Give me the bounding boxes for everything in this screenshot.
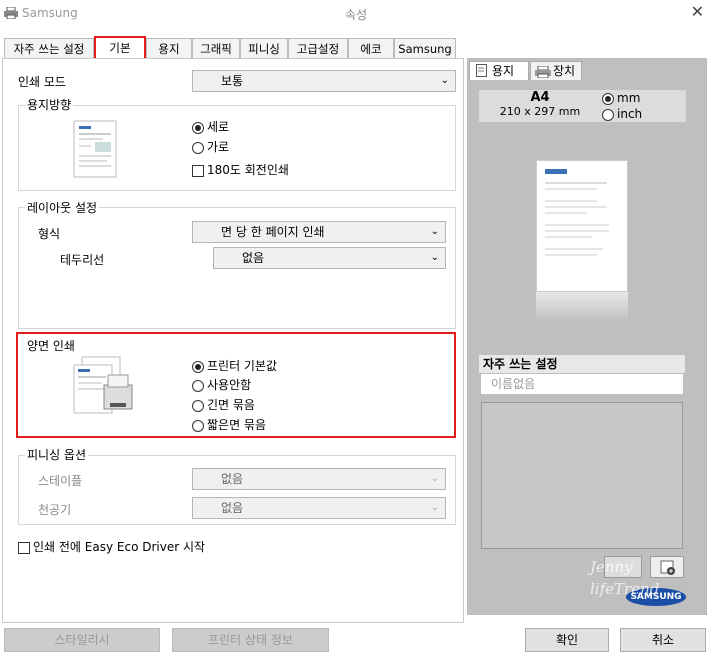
- tab-paper[interactable]: 용지: [146, 38, 192, 59]
- chevron-down-icon: ⌄: [430, 473, 439, 484]
- duplex-none-radio[interactable]: 사용안함: [192, 376, 251, 395]
- unit-inch-radio[interactable]: inch: [602, 105, 642, 124]
- print-mode-select[interactable]: 보통 ⌄: [192, 70, 456, 92]
- staple-select[interactable]: 없음 ⌄: [192, 468, 446, 490]
- portrait-preview-icon: [73, 120, 117, 178]
- duplex-title: 양면 인쇄: [25, 337, 77, 354]
- chevron-down-icon: ⌄: [430, 502, 439, 513]
- orientation-portrait-radio[interactable]: 세로: [192, 118, 229, 137]
- tab-samsung[interactable]: Samsung: [394, 38, 456, 59]
- paper-size: A4: [530, 90, 550, 105]
- tab-advanced[interactable]: 고급설정: [288, 38, 348, 59]
- tab-favorites[interactable]: 자주 쓰는 설정: [4, 38, 94, 59]
- close-icon[interactable]: ✕: [691, 2, 704, 21]
- stylish-button[interactable]: 스타일리시: [4, 628, 160, 652]
- tab-preview-device[interactable]: 장치: [530, 61, 582, 80]
- page-preview: [536, 160, 628, 292]
- duplex-short-edge-radio[interactable]: 짧은면 묶음: [192, 416, 266, 435]
- tab-preview-paper[interactable]: 용지: [469, 61, 529, 80]
- radio-selected-icon: [192, 121, 204, 134]
- orientation-title: 용지방향: [25, 96, 74, 113]
- staple-label: 스테이플: [38, 474, 83, 488]
- radio-icon: [602, 108, 614, 121]
- favorites-name-input[interactable]: 이름없음: [481, 374, 683, 394]
- rotate-180-checkbox[interactable]: 180도 회전인쇄: [192, 161, 289, 180]
- layout-type-label: 형식: [38, 227, 61, 241]
- chevron-down-icon: ⌄: [430, 252, 439, 263]
- layout-title: 레이아웃 설정: [25, 199, 100, 216]
- tab-eco[interactable]: 에코: [348, 38, 394, 59]
- tab-graphic[interactable]: 그래픽: [192, 38, 240, 59]
- tab-finishing[interactable]: 피니싱: [240, 38, 288, 59]
- tab-basic[interactable]: 기본: [94, 36, 146, 60]
- duplex-long-edge-radio[interactable]: 긴면 묶음: [192, 396, 255, 415]
- eco-driver-checkbox[interactable]: 인쇄 전에 Easy Eco Driver 시작: [18, 538, 205, 557]
- radio-selected-icon: [192, 360, 204, 373]
- punch-label: 천공기: [38, 503, 72, 517]
- favorites-list[interactable]: [481, 402, 683, 549]
- checkbox-icon: [18, 541, 30, 554]
- radio-icon: [192, 379, 204, 392]
- favorites-title: 자주 쓰는 설정: [479, 355, 685, 373]
- radio-icon: [192, 399, 204, 412]
- orientation-landscape-radio[interactable]: 가로: [192, 138, 229, 157]
- printer-icon: [535, 65, 551, 83]
- border-select[interactable]: 없음 ⌄: [213, 247, 446, 269]
- printer-status-button[interactable]: 프린터 상태 정보: [172, 628, 329, 652]
- chevron-down-icon: ⌄: [430, 226, 439, 237]
- radio-icon: [192, 141, 204, 154]
- watermark: Jenny lifeTrend: [590, 558, 660, 598]
- border-label: 테두리선: [60, 253, 105, 267]
- checkbox-icon: [192, 164, 204, 177]
- document-icon: [476, 64, 487, 82]
- window-title: 속성: [344, 8, 368, 22]
- duplex-printer-icon: [72, 355, 136, 417]
- ok-button[interactable]: 확인: [525, 628, 609, 652]
- chevron-down-icon: ⌄: [440, 75, 449, 86]
- print-mode-label: 인쇄 모드: [18, 75, 66, 89]
- duplex-default-radio[interactable]: 프린터 기본값: [192, 357, 277, 376]
- radio-selected-icon: [602, 92, 614, 105]
- finishing-title: 피니싱 옵션: [25, 446, 89, 463]
- radio-icon: [192, 419, 204, 432]
- layout-type-select[interactable]: 면 당 한 페이지 인쇄 ⌄: [192, 221, 446, 243]
- page-reflection: [536, 292, 628, 322]
- punch-select[interactable]: 없음 ⌄: [192, 497, 446, 519]
- paper-dims: 210 x 297 mm: [499, 105, 581, 118]
- cancel-button[interactable]: 취소: [620, 628, 706, 652]
